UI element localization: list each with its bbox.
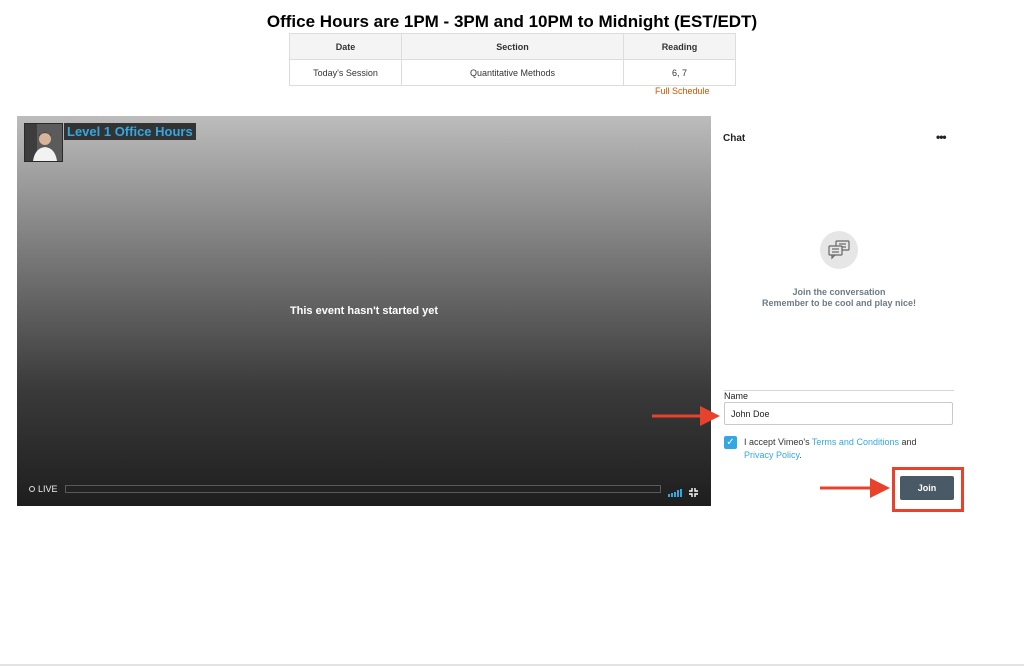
video-player[interactable]: Level 1 Office Hours This event hasn't s… — [17, 116, 711, 506]
event-title: Level 1 Office Hours — [64, 123, 196, 140]
page-title: Office Hours are 1PM - 3PM and 10PM to M… — [266, 12, 758, 31]
terms-checkbox[interactable]: ✓ — [724, 436, 737, 449]
name-label: Name — [724, 391, 749, 401]
chat-bubbles-icon — [820, 231, 858, 269]
live-indicator: LIVE — [29, 484, 58, 494]
progress-bar[interactable] — [65, 485, 661, 493]
chat-menu-button[interactable]: ••• — [936, 130, 947, 144]
divider — [724, 390, 954, 391]
chat-empty-subtext: Remember to be cool and play nice! — [761, 298, 917, 308]
cell-reading: 6, 7 — [622, 59, 737, 86]
header-section: Section — [401, 33, 624, 60]
schedule-table: Date Section Reading Today's Session Qua… — [288, 33, 737, 86]
arrow-icon — [652, 406, 720, 426]
join-highlight-box — [892, 467, 964, 512]
table-row: Today's Session Quantitative Methods 6, … — [288, 59, 737, 86]
header-date: Date — [288, 33, 403, 60]
chat-empty-heading: Join the conversation — [792, 287, 886, 297]
fullscreen-icon[interactable] — [689, 484, 698, 502]
terms-and: and — [898, 437, 917, 447]
live-label: LIVE — [38, 484, 58, 494]
terms-link[interactable]: Terms and Conditions — [812, 437, 899, 447]
privacy-link[interactable]: Privacy Policy — [744, 450, 799, 460]
event-status-message: This event hasn't started yet — [289, 305, 439, 317]
quality-bars-icon[interactable] — [668, 484, 684, 502]
cell-date: Today's Session — [288, 59, 403, 86]
terms-text: I accept Vimeo's Terms and Conditions an… — [744, 436, 944, 462]
cell-section: Quantitative Methods — [401, 59, 624, 86]
full-schedule-link[interactable]: Full Schedule — [655, 86, 710, 96]
avatar-image — [25, 124, 62, 161]
arrow-icon — [820, 478, 890, 498]
chat-title: Chat — [723, 133, 746, 144]
header-reading: Reading — [622, 33, 737, 60]
table-header-row: Date Section Reading — [288, 33, 737, 60]
checkmark-icon: ✓ — [726, 437, 735, 448]
terms-suffix: . — [799, 450, 802, 460]
name-field[interactable] — [724, 402, 953, 425]
terms-prefix: I accept Vimeo's — [744, 437, 812, 447]
live-dot-icon — [29, 486, 35, 492]
chat-panel: Chat ••• Join the conversation Remember … — [711, 116, 961, 506]
avatar — [24, 123, 63, 162]
